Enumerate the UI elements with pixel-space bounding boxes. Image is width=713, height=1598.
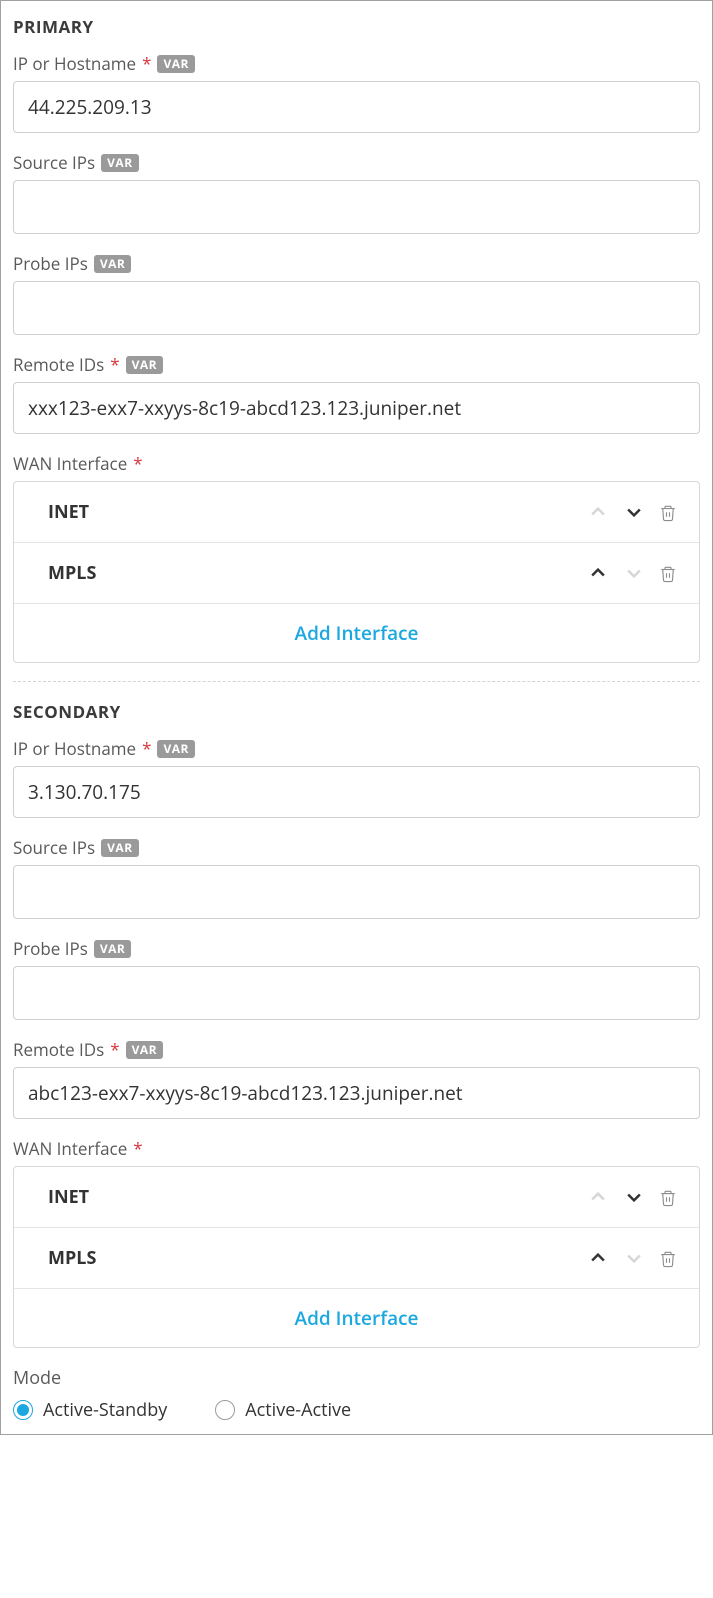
required-asterisk: * — [110, 1038, 119, 1061]
var-badge[interactable]: VAR — [101, 839, 139, 857]
probe-ips-label: Probe IPs — [13, 252, 88, 275]
trash-icon[interactable] — [659, 564, 677, 582]
primary-sourceips-input[interactable] — [13, 180, 700, 234]
primary-wan-list: INET MPLS Add Interface — [13, 481, 700, 663]
add-interface-link[interactable]: Add Interface — [295, 620, 419, 646]
var-badge[interactable]: VAR — [126, 1041, 164, 1059]
secondary-probeips-input[interactable] — [13, 966, 700, 1020]
probe-ips-label: Probe IPs — [13, 937, 88, 960]
wan-interface-label: WAN Interface — [13, 1137, 127, 1160]
primary-ip-input[interactable] — [13, 81, 700, 133]
chevron-down-icon[interactable] — [623, 501, 645, 523]
chevron-up-icon[interactable] — [587, 562, 609, 584]
required-asterisk: * — [133, 452, 142, 475]
secondary-sourceips-field: Source IPs VAR — [13, 836, 700, 919]
wan-name: INET — [48, 500, 587, 524]
wan-row-inet[interactable]: INET — [14, 482, 699, 543]
var-badge[interactable]: VAR — [101, 154, 139, 172]
radio-icon — [215, 1400, 235, 1420]
chevron-down-icon — [623, 562, 645, 584]
source-ips-label: Source IPs — [13, 836, 95, 859]
var-badge[interactable]: VAR — [94, 940, 132, 958]
section-divider — [13, 681, 700, 682]
remote-ids-label: Remote IDs — [13, 353, 104, 376]
radio-icon — [13, 1400, 33, 1420]
mode-option-active-active[interactable]: Active-Active — [215, 1398, 351, 1422]
mode-radio-group: Active-Standby Active-Active — [13, 1398, 700, 1422]
primary-probeips-field: Probe IPs VAR — [13, 252, 700, 335]
radio-label: Active-Active — [245, 1398, 351, 1422]
primary-sourceips-field: Source IPs VAR — [13, 151, 700, 234]
chevron-up-icon — [587, 501, 609, 523]
wan-row-inet[interactable]: INET — [14, 1167, 699, 1228]
trash-icon[interactable] — [659, 1249, 677, 1267]
wan-interface-label: WAN Interface — [13, 452, 127, 475]
required-asterisk: * — [142, 52, 151, 75]
form-panel: PRIMARY IP or Hostname * VAR Source IPs … — [0, 0, 713, 1435]
mode-option-active-standby[interactable]: Active-Standby — [13, 1398, 167, 1422]
source-ips-label: Source IPs — [13, 151, 95, 174]
add-interface-row: Add Interface — [14, 604, 699, 662]
primary-wan-field: WAN Interface * INET MPLS — [13, 452, 700, 663]
var-badge[interactable]: VAR — [157, 740, 195, 758]
wan-row-mpls[interactable]: MPLS — [14, 543, 699, 604]
wan-name: MPLS — [48, 561, 587, 585]
add-interface-row: Add Interface — [14, 1289, 699, 1347]
var-badge[interactable]: VAR — [126, 356, 164, 374]
chevron-up-icon — [587, 1186, 609, 1208]
var-badge[interactable]: VAR — [94, 255, 132, 273]
secondary-sourceips-input[interactable] — [13, 865, 700, 919]
radio-label: Active-Standby — [43, 1398, 167, 1422]
wan-row-mpls[interactable]: MPLS — [14, 1228, 699, 1289]
required-asterisk: * — [110, 353, 119, 376]
secondary-ip-input[interactable] — [13, 766, 700, 818]
primary-probeips-input[interactable] — [13, 281, 700, 335]
required-asterisk: * — [133, 1137, 142, 1160]
secondary-remoteids-input[interactable] — [13, 1067, 700, 1119]
ip-hostname-label: IP or Hostname — [13, 737, 136, 760]
mode-label: Mode — [13, 1366, 700, 1390]
var-badge[interactable]: VAR — [157, 55, 195, 73]
secondary-probeips-field: Probe IPs VAR — [13, 937, 700, 1020]
ip-hostname-label: IP or Hostname — [13, 52, 136, 75]
trash-icon[interactable] — [659, 503, 677, 521]
primary-ip-field: IP or Hostname * VAR — [13, 52, 700, 133]
add-interface-link[interactable]: Add Interface — [295, 1305, 419, 1331]
primary-remoteids-field: Remote IDs * VAR — [13, 353, 700, 434]
trash-icon[interactable] — [659, 1188, 677, 1206]
chevron-up-icon[interactable] — [587, 1247, 609, 1269]
primary-heading: PRIMARY — [13, 15, 700, 38]
wan-name: INET — [48, 1185, 587, 1209]
chevron-down-icon[interactable] — [623, 1186, 645, 1208]
mode-field: Mode Active-Standby Active-Active — [13, 1366, 700, 1422]
primary-remoteids-input[interactable] — [13, 382, 700, 434]
required-asterisk: * — [142, 737, 151, 760]
secondary-heading: SECONDARY — [13, 700, 700, 723]
remote-ids-label: Remote IDs — [13, 1038, 104, 1061]
wan-name: MPLS — [48, 1246, 587, 1270]
secondary-wan-list: INET MPLS Add Interface — [13, 1166, 700, 1348]
chevron-down-icon — [623, 1247, 645, 1269]
secondary-wan-field: WAN Interface * INET MPLS — [13, 1137, 700, 1348]
secondary-ip-field: IP or Hostname * VAR — [13, 737, 700, 818]
secondary-remoteids-field: Remote IDs * VAR — [13, 1038, 700, 1119]
